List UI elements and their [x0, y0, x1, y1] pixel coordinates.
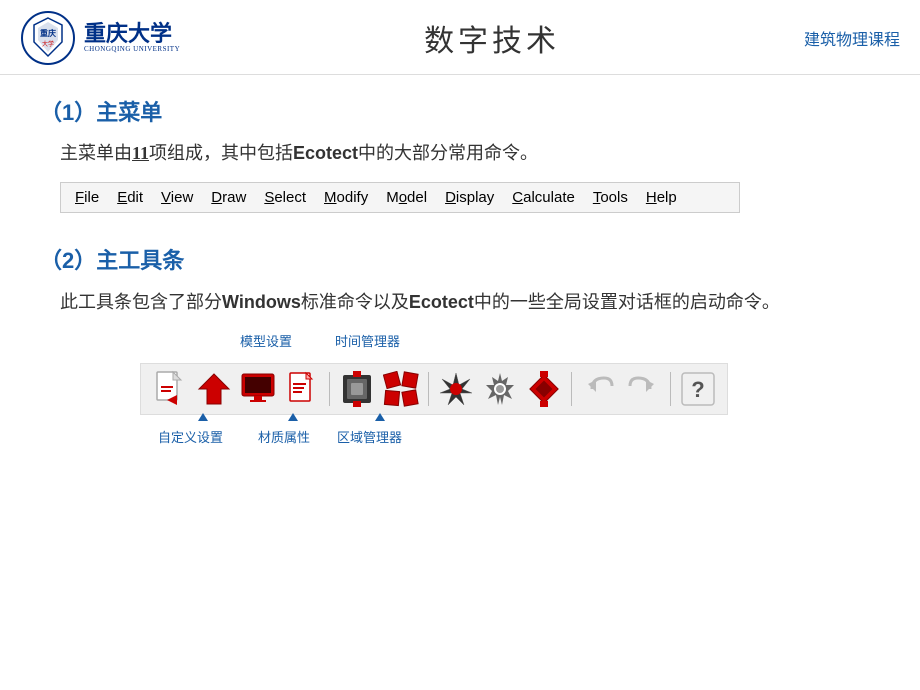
course-label: 建筑物理课程	[804, 26, 900, 50]
separator-1	[329, 372, 330, 406]
zone-manager-icon[interactable]	[525, 370, 563, 408]
redo-icon[interactable]	[624, 370, 662, 408]
section1-description: 主菜单由11项组成，其中包括Ecotect中的大部分常用命令。	[40, 139, 880, 168]
section2-title: （2）主工具条	[40, 243, 880, 275]
university-name-en: CHONGQING UNIVERSITY	[84, 45, 180, 53]
text-count: 11	[132, 143, 149, 163]
menu-item-display[interactable]: Display	[445, 189, 494, 206]
label-model-settings: 模型设置	[240, 331, 292, 350]
menu-item-edit[interactable]: Edit	[117, 189, 143, 206]
menu-bar: File Edit View Draw Select Modify Model …	[75, 189, 725, 206]
toolbar-area: 模型设置 时间管理器	[140, 331, 880, 453]
menu-item-select[interactable]: Select	[264, 189, 306, 206]
section2-description: 此工具条包含了部分Windows标准命令以及Ecotect中的一些全局设置对话框…	[40, 287, 880, 318]
monitor-icon[interactable]	[239, 370, 277, 408]
open-file-icon[interactable]	[195, 370, 233, 408]
section1-title: （1）主菜单	[40, 95, 880, 127]
toolbar-labels-bottom: 自定义设置 材质属性 区域管理器	[140, 417, 640, 453]
label-zone-manager: 区域管理器	[337, 427, 402, 446]
main-content: （1）主菜单 主菜单由11项组成，其中包括Ecotect中的大部分常用命令。 F…	[0, 75, 920, 463]
toolbar-labels-top: 模型设置 时间管理器	[140, 331, 640, 361]
arrow-zone	[375, 413, 385, 421]
document-red-icon[interactable]	[283, 370, 321, 408]
menu-item-file[interactable]: File	[75, 189, 99, 206]
menu-item-calculate[interactable]: Calculate	[512, 189, 575, 206]
gear-icon[interactable]	[481, 370, 519, 408]
toolbar-icons: ?	[140, 363, 728, 415]
help-icon[interactable]: ?	[679, 370, 717, 408]
menu-item-draw[interactable]: Draw	[211, 189, 246, 206]
arrow-custom-settings	[198, 413, 208, 421]
text-suffix: 项组成，其中包括	[149, 143, 293, 163]
menu-item-modify[interactable]: Modify	[324, 189, 368, 206]
separator-2	[428, 372, 429, 406]
separator-3	[571, 372, 572, 406]
explosion-icon[interactable]	[437, 370, 475, 408]
arrow-material	[288, 413, 298, 421]
red-blocks-icon[interactable]	[382, 370, 420, 408]
ecotect-text2: Ecotect	[409, 292, 474, 312]
new-file-icon[interactable]	[151, 370, 189, 408]
university-logo-icon: 重庆 大学	[20, 10, 76, 66]
svg-text:?: ?	[691, 377, 704, 402]
label-time-manager: 时间管理器	[335, 331, 400, 350]
svg-text:重庆: 重庆	[40, 28, 56, 38]
logo-area: 重庆 大学 重庆大学 CHONGQING UNIVERSITY	[20, 10, 180, 66]
label-custom-settings: 自定义设置	[158, 427, 223, 446]
text-ecotect: Ecotect	[293, 143, 358, 163]
label-material: 材质属性	[258, 427, 310, 446]
university-name-cn: 重庆大学	[84, 23, 180, 45]
model-settings-icon[interactable]	[338, 370, 376, 408]
page-title: 数字技术	[424, 16, 560, 60]
svg-text:大学: 大学	[42, 40, 54, 48]
menu-item-view[interactable]: View	[161, 189, 193, 206]
undo-icon[interactable]	[580, 370, 618, 408]
text-prefix: 主菜单由	[60, 143, 132, 163]
menu-item-model[interactable]: Model	[386, 189, 427, 206]
menu-item-help[interactable]: Help	[646, 189, 677, 206]
menu-item-tools[interactable]: Tools	[593, 189, 628, 206]
logo-text-area: 重庆大学 CHONGQING UNIVERSITY	[84, 23, 180, 53]
text-end: 中的大部分常用命令。	[358, 143, 538, 163]
separator-4	[670, 372, 671, 406]
header: 重庆 大学 重庆大学 CHONGQING UNIVERSITY 数字技术 建筑物…	[0, 0, 920, 75]
menu-bar-container: File Edit View Draw Select Modify Model …	[60, 182, 740, 213]
windows-text: Windows	[222, 292, 301, 312]
